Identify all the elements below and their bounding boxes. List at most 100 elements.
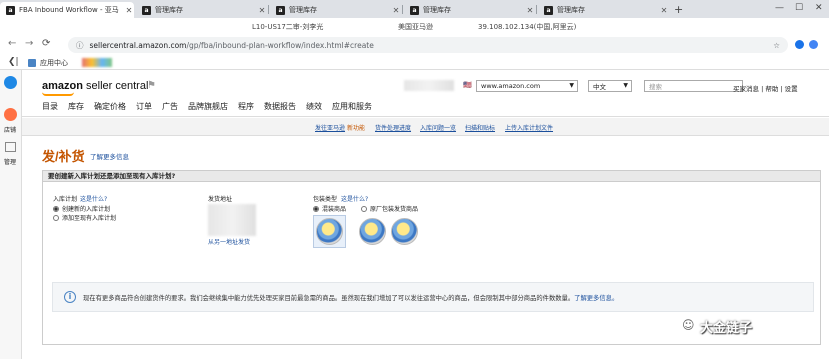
info-notice: i 现在有更多商品符合创建货件的要求。我们会继续集中能力优先处理买家目前最急需的… <box>52 282 814 312</box>
radio-create-new[interactable] <box>53 206 59 212</box>
flag-icon[interactable]: ⚑ <box>147 80 156 91</box>
profile-avatar[interactable] <box>809 40 818 49</box>
extension-icon[interactable] <box>795 40 804 49</box>
nav-catalog[interactable]: 目录 <box>42 101 58 112</box>
nav-apps-services[interactable]: 应用和服务 <box>332 101 372 112</box>
option-case-packed[interactable]: 原厂包装发货商品 <box>361 204 418 213</box>
amazon-favicon-icon: a <box>410 5 419 15</box>
nav-reports[interactable]: 数据报告 <box>264 101 296 112</box>
browser-tab-strip: a FBA Inbound Workflow - 亚马 ✕ a 管理库存 ✕ a… <box>0 0 829 18</box>
subnav-scan-label[interactable]: 扫描和贴标 <box>465 123 495 132</box>
apps-icon <box>28 59 36 67</box>
tab-divider <box>402 5 403 14</box>
close-icon[interactable]: ✕ <box>124 6 134 15</box>
maximize-icon[interactable]: ☐ <box>795 3 803 13</box>
collapse-icon[interactable]: ❮| <box>8 57 19 67</box>
tab-manage-inventory-1[interactable]: a 管理库存 ✕ <box>136 2 267 18</box>
address-bar[interactable]: ⓘ sellercentral.amazon.com/gp/fba/inboun… <box>68 37 788 53</box>
reload-icon[interactable]: ⟳ <box>42 38 50 49</box>
blurred-address <box>208 204 256 236</box>
plan-help-link[interactable]: 这是什么? <box>80 194 107 203</box>
bookmark-star-icon[interactable]: ☆ <box>773 41 780 50</box>
blurred-bookmark[interactable] <box>82 58 112 67</box>
site-info-icon[interactable]: ⓘ <box>76 40 84 51</box>
close-icon[interactable]: ✕ <box>257 6 267 15</box>
wechat-icon: ☺ <box>682 318 695 332</box>
forward-icon[interactable]: → <box>25 38 33 49</box>
nav-performance[interactable]: 绩效 <box>306 101 322 112</box>
option-add-existing[interactable]: 添加至现有入库计划 <box>53 213 116 222</box>
tab-manage-inventory-2[interactable]: a 管理库存 ✕ <box>270 2 401 18</box>
radio-case-packed[interactable] <box>361 206 367 212</box>
case-pack-icon[interactable] <box>359 218 386 245</box>
amazon-favicon-icon: a <box>544 5 553 15</box>
radio-add-existing[interactable] <box>53 215 59 221</box>
nav-inventory[interactable]: 库存 <box>68 101 84 112</box>
page-title: 发/补货 <box>42 149 85 164</box>
bookmarks-bar: ❮| 应用中心 <box>0 55 829 70</box>
seller-central-logo[interactable]: amazon seller central <box>42 80 148 92</box>
search-placeholder: 搜索 <box>649 83 662 91</box>
tab-label: 管理库存 <box>423 6 451 14</box>
option-individual[interactable]: 混装商品 <box>313 204 346 213</box>
learn-more-link[interactable]: 了解更多信息 <box>90 151 129 161</box>
option-create-new[interactable]: 创建新的入库计划 <box>53 204 110 213</box>
close-icon[interactable]: ✕ <box>391 6 401 15</box>
nav-orders[interactable]: 订单 <box>136 101 152 112</box>
amazon-favicon-icon: a <box>6 5 15 15</box>
tab-manage-inventory-3[interactable]: a 管理库存 ✕ <box>404 2 535 18</box>
minimize-icon[interactable]: — <box>775 3 784 13</box>
nav-pricing[interactable]: 确定价格 <box>94 101 126 112</box>
store-icon[interactable] <box>4 108 17 121</box>
language-select[interactable]: 中文 ▼ <box>588 80 632 92</box>
close-window-icon[interactable]: ✕ <box>815 3 823 13</box>
ship-from-label: 发货地址 <box>208 196 233 203</box>
region-name: 美国亚马逊 <box>398 23 433 31</box>
info-notice-body: 现在有更多商品符合创建货件的要求。我们会继续集中能力优先处理买家目前最急需的商品… <box>83 295 575 302</box>
ship-from-other-link[interactable]: 从另一地址发货 <box>208 237 250 246</box>
case-pack-alt-icon[interactable] <box>391 218 418 245</box>
nav-programs[interactable]: 程序 <box>238 101 254 112</box>
new-feature-badge: 新功能 <box>347 125 366 132</box>
plan-label: 入库计划 <box>53 196 78 203</box>
radio-individual[interactable] <box>313 206 319 212</box>
individual-pack-icon <box>316 218 343 245</box>
close-icon[interactable]: ✕ <box>525 6 535 15</box>
option-create-new-label: 创建新的入库计划 <box>62 206 111 213</box>
info-learn-more-link[interactable]: 了解更多信息。 <box>574 295 618 302</box>
subnav-send-to-amazon[interactable]: 发往亚马逊 <box>315 123 345 132</box>
header-links[interactable]: 买家消息 | 帮助 | 设置 <box>733 83 798 93</box>
app-logo-icon[interactable] <box>4 76 17 89</box>
close-icon[interactable]: ✕ <box>659 6 669 15</box>
main-nav: 目录 库存 确定价格 订单 广告 品牌旗舰店 程序 数据报告 绩效 应用和服务 <box>42 101 372 112</box>
manage-icon[interactable] <box>5 142 16 152</box>
tab-fba-inbound[interactable]: a FBA Inbound Workflow - 亚马 ✕ <box>0 2 134 18</box>
bookmark-app-center[interactable]: 应用中心 <box>40 58 68 68</box>
subnav-inbound-issues[interactable]: 入库问题一览 <box>420 123 456 132</box>
blurred-seller-name <box>404 80 454 91</box>
back-icon[interactable]: ← <box>8 38 16 49</box>
tab-manage-inventory-4[interactable]: a 管理库存 ✕ <box>538 2 669 18</box>
tab-divider <box>268 5 269 14</box>
ip-address: 39.108.102.134(中国,阿里云) <box>478 23 577 31</box>
nav-advertising[interactable]: 广告 <box>162 101 178 112</box>
amazon-favicon-icon: a <box>276 5 285 15</box>
manage-label: 管理 <box>4 159 17 166</box>
search-input[interactable]: 搜索 <box>644 80 743 92</box>
info-icon: i <box>64 291 76 303</box>
us-flag-icon: 🇺🇸 <box>463 81 472 89</box>
nav-stores[interactable]: 品牌旗舰店 <box>188 101 228 112</box>
option-add-existing-label: 添加至现有入库计划 <box>62 215 117 222</box>
panel-header: 要创建新入库计划还是添加至现有入库计划? <box>43 171 820 182</box>
subnav-shipment-progress[interactable]: 货件处理进度 <box>375 123 411 132</box>
packing-help-link[interactable]: 这是什么? <box>341 194 368 203</box>
address-bar-row: ← → ⟳ ⓘ sellercentral.amazon.com/gp/fba/… <box>0 35 829 55</box>
info-notice-text: 现在有更多商品符合创建货件的要求。我们会继续集中能力优先处理买家目前最急需的商品… <box>83 293 618 302</box>
subnav-upload-plan[interactable]: 上传入库计划文件 <box>505 123 553 132</box>
chevron-down-icon: ▼ <box>569 82 574 89</box>
new-tab-button[interactable]: + <box>674 3 683 16</box>
store-label: 店铺 <box>4 127 17 134</box>
marketplace-select[interactable]: www.amazon.com ▼ <box>476 80 578 92</box>
seller-central-header: amazon seller central ⚑ 🇺🇸 www.amazon.co… <box>22 70 829 117</box>
marketplace-value: www.amazon.com <box>481 82 541 90</box>
